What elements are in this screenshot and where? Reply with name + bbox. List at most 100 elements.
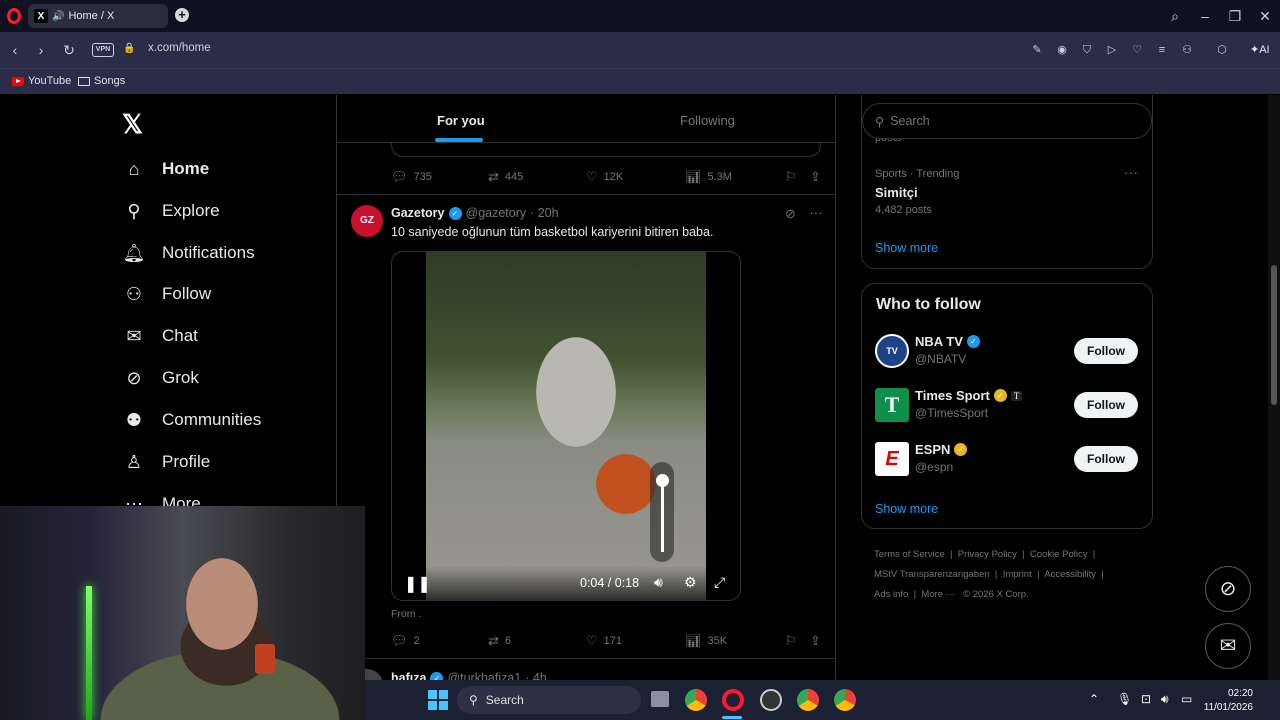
- url-field[interactable]: x.com/home: [148, 42, 211, 54]
- account-handle[interactable]: @TimesSport: [915, 406, 988, 420]
- chevron-up-icon[interactable]: ⌃: [1089, 692, 1099, 706]
- footer-link[interactable]: Cookie Policy: [1030, 549, 1088, 560]
- heart-icon[interactable]: ♡: [1129, 42, 1145, 58]
- grok-icon[interactable]: ⊘: [785, 206, 796, 222]
- nav-chat[interactable]: ✉ Chat: [122, 322, 197, 350]
- x-logo-icon[interactable]: 𝕏: [122, 109, 143, 140]
- menu-icon[interactable]: ≡: [1154, 42, 1170, 58]
- like-button[interactable]: ♡ 12K: [586, 169, 623, 185]
- more-options-icon[interactable]: ···: [1124, 164, 1138, 180]
- footer-link[interactable]: Ads info: [874, 589, 908, 600]
- nav-notifications[interactable]: 🔔︎ Notifications: [122, 239, 255, 267]
- views-button[interactable]: 📊︎ 35K: [685, 633, 727, 649]
- page-scrollbar[interactable]: [1268, 95, 1280, 685]
- search-tabs-icon[interactable]: ⌕: [1165, 6, 1185, 26]
- account-name[interactable]: Times Sport: [915, 388, 990, 403]
- account-name[interactable]: ESPN: [915, 442, 950, 457]
- forward-button[interactable]: ›: [32, 41, 50, 59]
- nav-follow[interactable]: ⚇ Follow: [122, 280, 211, 308]
- bookmark-button[interactable]: ⚐: [785, 169, 797, 185]
- network-icon[interactable]: ⊡: [1141, 692, 1151, 706]
- play-icon[interactable]: ▷: [1104, 42, 1120, 58]
- taskbar-search[interactable]: ⚲ Search: [457, 686, 641, 714]
- nav-explore[interactable]: ⚲ Explore: [122, 197, 219, 225]
- footer-link[interactable]: Privacy Policy: [958, 549, 1017, 560]
- share-button[interactable]: ⇪: [810, 169, 821, 185]
- like-button[interactable]: ♡ 171: [586, 633, 622, 649]
- footer-link[interactable]: Imprint: [1003, 569, 1032, 580]
- opera-app-icon[interactable]: [722, 689, 744, 711]
- previous-post-media[interactable]: [391, 143, 821, 157]
- tab-following[interactable]: Following: [680, 113, 735, 128]
- nav-communities[interactable]: ⚉ Communities: [122, 406, 261, 434]
- cube-icon[interactable]: ⬡: [1214, 42, 1230, 58]
- bookmark-youtube[interactable]: YouTube: [12, 75, 71, 87]
- close-window-button[interactable]: ✕: [1255, 6, 1275, 26]
- opera-logo-icon[interactable]: [7, 8, 21, 24]
- account-name[interactable]: NBA TV: [915, 334, 963, 349]
- post-author-handle[interactable]: @gazetory: [466, 206, 527, 220]
- chrome-app-icon[interactable]: [834, 689, 856, 711]
- lock-icon[interactable]: 🔒: [123, 43, 135, 55]
- settings-icon[interactable]: ⚙: [684, 574, 697, 591]
- bookmark-songs[interactable]: Songs: [78, 75, 125, 87]
- camera-icon[interactable]: ◉: [1054, 42, 1070, 58]
- footer-link[interactable]: Terms of Service: [874, 549, 945, 560]
- volume-icon[interactable]: 🔊︎: [654, 574, 663, 591]
- share-button[interactable]: ⇪: [810, 633, 821, 649]
- tab-for-you[interactable]: For you: [437, 113, 485, 128]
- restore-button[interactable]: ❐: [1225, 6, 1245, 26]
- volume-slider[interactable]: [650, 462, 674, 562]
- account-handle[interactable]: @espn: [915, 460, 953, 474]
- times-sport-avatar[interactable]: T: [875, 388, 909, 422]
- ai-button[interactable]: ✦AI: [1250, 38, 1278, 62]
- nav-home[interactable]: ⌂ Home: [122, 155, 210, 183]
- nav-grok[interactable]: ⊘ Grok: [122, 364, 198, 392]
- post-author-name[interactable]: Gazetory: [391, 206, 445, 220]
- repost-button[interactable]: ⇄ 6: [488, 633, 511, 649]
- edit-icon[interactable]: ✎: [1029, 42, 1045, 58]
- speaker-icon[interactable]: 🔊: [52, 11, 64, 22]
- scrollbar-thumb[interactable]: [1271, 265, 1277, 405]
- battery-icon[interactable]: ▭: [1181, 692, 1192, 706]
- search-input[interactable]: ⚲ Search: [862, 103, 1152, 139]
- show-more-link[interactable]: Show more: [875, 241, 938, 255]
- follow-button[interactable]: Follow: [1074, 392, 1138, 418]
- espn-avatar[interactable]: E: [875, 442, 909, 476]
- task-view-icon[interactable]: [651, 691, 669, 707]
- bookmark-button[interactable]: ⚐: [785, 633, 797, 649]
- volume-knob[interactable]: [656, 474, 669, 487]
- avatar[interactable]: GZ: [351, 205, 383, 237]
- more-options-icon[interactable]: ···: [809, 204, 823, 220]
- footer-link[interactable]: MStV Transparenzangaben: [874, 569, 990, 580]
- chrome-app-icon[interactable]: [797, 689, 819, 711]
- nba-tv-avatar[interactable]: TV: [875, 334, 909, 368]
- fullscreen-icon[interactable]: ⤢: [714, 574, 725, 591]
- messages-fab-icon[interactable]: ✉: [1205, 623, 1251, 669]
- vpn-badge[interactable]: VPN: [92, 43, 114, 57]
- microphone-icon[interactable]: 🎙︎: [1117, 692, 1132, 706]
- follow-button[interactable]: Follow: [1074, 338, 1138, 364]
- footer-link[interactable]: More ···: [921, 589, 955, 600]
- trend-name[interactable]: Simitçi: [875, 185, 918, 200]
- nav-profile[interactable]: ♙ Profile: [122, 448, 210, 476]
- footer-link[interactable]: Accessibility: [1044, 569, 1096, 580]
- views-button[interactable]: 📊︎ 5.3M: [685, 169, 732, 185]
- account-handle[interactable]: @NBATV: [915, 352, 966, 366]
- reply-button[interactable]: 💬︎ 2: [391, 633, 420, 649]
- minimize-button[interactable]: –: [1195, 6, 1215, 26]
- follow-button[interactable]: Follow: [1074, 446, 1138, 472]
- clock[interactable]: 02:20 11/01/2026: [1203, 687, 1253, 715]
- post-time[interactable]: · 20h: [530, 206, 559, 220]
- start-button[interactable]: [428, 690, 448, 710]
- repost-button[interactable]: ⇄ 445: [488, 169, 523, 185]
- grok-fab-icon[interactable]: ⊘: [1205, 566, 1251, 612]
- from-label[interactable]: From .: [391, 608, 421, 620]
- volume-icon[interactable]: 🔊︎: [1161, 692, 1169, 707]
- reload-button[interactable]: ↻: [60, 41, 78, 59]
- show-more-link[interactable]: Show more: [875, 502, 938, 516]
- profile-icon[interactable]: ⚇: [1179, 42, 1195, 58]
- app-icon[interactable]: [760, 689, 782, 711]
- shield-icon[interactable]: ⛉: [1079, 42, 1095, 58]
- browser-tab[interactable]: X 🔊 Home / X: [28, 4, 168, 28]
